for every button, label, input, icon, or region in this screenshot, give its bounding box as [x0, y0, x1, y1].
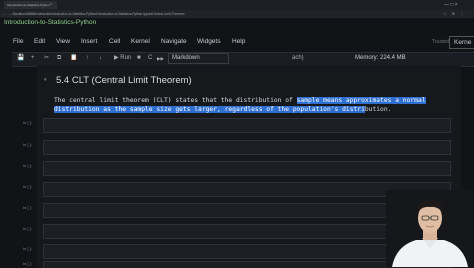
toolbar-trail-text: ach) [292, 55, 304, 61]
menu-file[interactable]: File [13, 38, 23, 45]
stop-icon[interactable]: ■ [137, 54, 141, 63]
md-selected-text-1: sample means approximates a normal [296, 97, 426, 104]
save-icon[interactable]: 💾 [17, 54, 24, 63]
code-cell[interactable] [43, 140, 451, 155]
cell-prompt: In [ ]: [23, 184, 32, 189]
menu-kernel[interactable]: Kernel [131, 38, 150, 45]
browser-tab-bar: Introduction-to-Statistics-Python × — □ … [0, 0, 474, 10]
cell-prompt: In [ ]: [23, 142, 32, 147]
move-down-icon[interactable]: ↓ [99, 54, 102, 63]
cell-prompt: In [ ]: [23, 261, 32, 266]
trusted-indicator[interactable]: Trusted [432, 39, 449, 45]
notebook-title[interactable]: Introduction-to-Statistics-Python [4, 18, 96, 27]
copy-icon[interactable]: ⧉ [57, 54, 61, 63]
window-controls[interactable]: — □ × [444, 0, 458, 10]
markdown-cell[interactable]: The central limit theorem (CLT) states t… [54, 96, 458, 114]
menu-cell[interactable]: Cell [109, 38, 120, 45]
address-icons[interactable]: ☆ ⊕ ⋮ [443, 10, 466, 18]
fast-forward-icon[interactable]: ▶▶ [157, 54, 164, 63]
section-heading: 5.4 CLT (Central Limit Theorem) [56, 75, 192, 86]
run-button[interactable]: ▶ Run [114, 54, 131, 63]
presenter-webcam [386, 190, 474, 267]
menu-edit[interactable]: Edit [34, 38, 45, 45]
collapse-arrow-icon[interactable]: ▾ [44, 77, 47, 83]
memory-usage: Memory: 224.4 MB [355, 55, 406, 61]
cut-icon[interactable]: ✂ [44, 54, 49, 63]
menu-navigate[interactable]: Navigate [161, 38, 187, 45]
restart-icon[interactable]: C [148, 54, 152, 63]
close-tab-icon[interactable]: × [50, 1, 52, 6]
url-field[interactable]: localhost:8888/notebooks/Introduction-to… [14, 11, 184, 17]
cell-type-select[interactable]: Markdown [168, 53, 229, 64]
cell-prompt: In [ ]: [23, 163, 32, 168]
menu-widgets[interactable]: Widgets [197, 38, 220, 45]
add-cell-icon[interactable]: + [31, 54, 35, 63]
tab-title: Introduction-to-Statistics-Python [7, 3, 50, 7]
cell-prompt: In [ ]: [23, 226, 32, 231]
code-cell[interactable] [43, 161, 451, 176]
paste-icon[interactable]: 📋 [70, 54, 77, 63]
menu-insert[interactable]: Insert [81, 38, 97, 45]
cell-prompt: In [ ]: [23, 120, 32, 125]
cell-prompt: In [ ]: [23, 246, 32, 251]
md-plain-text: The central limit theorem (CLT) states t… [54, 97, 297, 104]
code-cell[interactable] [43, 118, 451, 133]
move-up-icon[interactable]: ↑ [86, 54, 89, 63]
md-tail-text: bution. [364, 106, 392, 113]
md-selected-text-2: distribution as the sample size gets lar… [54, 106, 365, 113]
menu-view[interactable]: View [56, 38, 70, 45]
menu-help[interactable]: Help [232, 38, 245, 45]
cell-prompt: In [ ]: [23, 205, 32, 210]
kernel-indicator[interactable]: Kerne [449, 36, 474, 49]
